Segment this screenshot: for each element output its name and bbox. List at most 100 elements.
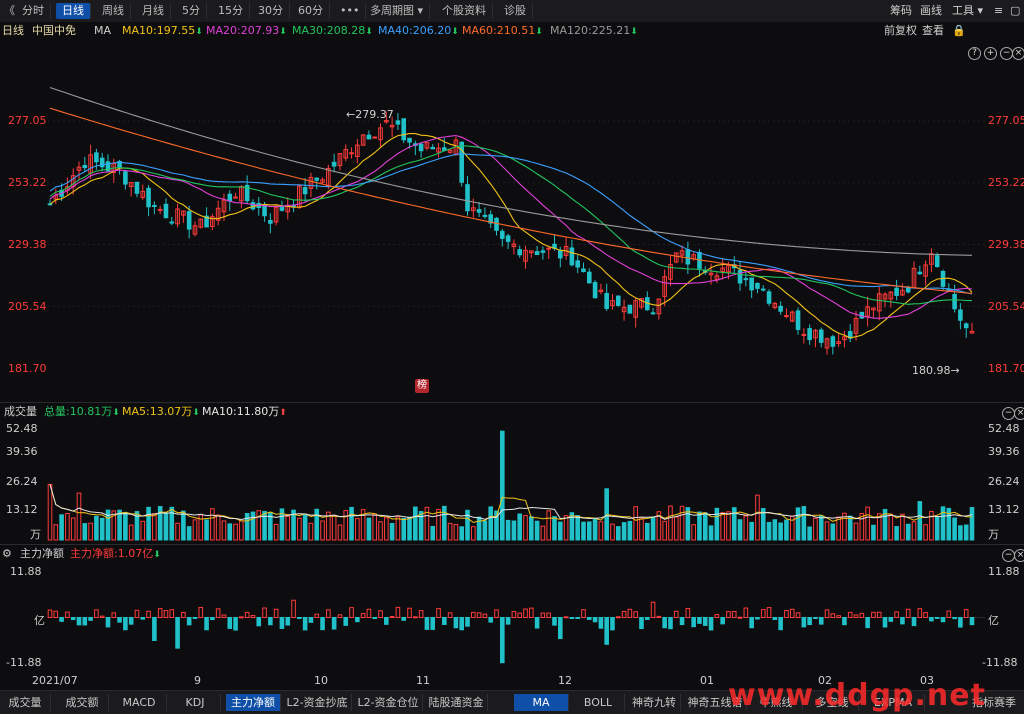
expand-icon[interactable]: ▢ xyxy=(1010,3,1020,19)
volume-bar xyxy=(546,510,551,541)
volume-bar xyxy=(824,521,830,541)
flow-bar xyxy=(140,617,146,620)
flow-bar xyxy=(795,612,801,618)
close-icon[interactable]: × xyxy=(1014,549,1024,562)
volume-bar xyxy=(215,514,221,541)
chips-button[interactable]: 筹码 xyxy=(890,3,912,19)
volume-bar xyxy=(830,523,836,541)
volume-unit: 万 xyxy=(30,528,41,541)
tab-magic-nine[interactable]: 神奇九转 xyxy=(628,694,681,711)
tab-monthly[interactable]: 月线 xyxy=(136,3,171,19)
tab-timeshare[interactable]: 分时 xyxy=(16,3,51,19)
diagnose-button[interactable]: 诊股 xyxy=(498,3,533,19)
flow-bar xyxy=(842,617,847,626)
volume-bar xyxy=(708,525,714,541)
tab-weekly[interactable]: 周线 xyxy=(96,3,131,19)
tab-30min[interactable]: 30分 xyxy=(252,3,290,19)
lock-icon[interactable]: 🔒 xyxy=(952,24,966,38)
tab-kdj[interactable]: KDJ xyxy=(170,694,221,711)
ma10-line xyxy=(49,133,973,339)
ma120-line xyxy=(49,86,973,256)
volume-bar xyxy=(302,514,308,541)
candle-body xyxy=(430,147,436,150)
candle-body xyxy=(766,291,772,304)
volume-bar xyxy=(181,510,186,541)
flow-bar xyxy=(755,617,760,620)
menu-icon[interactable]: ≡ xyxy=(994,3,1003,19)
flow-bar xyxy=(65,611,70,618)
volume-bar xyxy=(592,518,598,541)
draw-line-button[interactable]: 画线 xyxy=(920,3,942,19)
flow-bar xyxy=(592,617,598,623)
adjust-mode[interactable]: 前复权 xyxy=(884,24,917,38)
flow-bar xyxy=(320,617,325,631)
flow-bar xyxy=(697,617,702,624)
flow-bar xyxy=(639,617,644,630)
tab-60min[interactable]: 60分 xyxy=(292,3,330,19)
tab-l2-position[interactable]: L2-资金仓位 xyxy=(354,694,423,711)
flow-bar xyxy=(575,617,580,619)
volume-bar xyxy=(743,515,749,541)
volume-tick: 13.12 xyxy=(988,503,1020,516)
flow-bar xyxy=(395,606,401,619)
flow-bar xyxy=(482,613,488,619)
tools-dropdown[interactable]: 工具 ▾ xyxy=(952,3,983,19)
close-icon[interactable]: × xyxy=(1014,407,1024,420)
flow-bar xyxy=(244,611,250,618)
flow-bar xyxy=(731,611,737,619)
flow-bar xyxy=(198,606,204,618)
flow-bar xyxy=(349,607,354,618)
volume-bar xyxy=(714,507,720,541)
flow-bar xyxy=(384,617,389,625)
volume-bar xyxy=(923,524,928,541)
volume-bar xyxy=(442,505,447,541)
tab-macd[interactable]: MACD xyxy=(112,694,167,711)
candle-body xyxy=(534,251,540,256)
settings-icon[interactable]: ⚙ xyxy=(2,546,12,562)
volume-bar xyxy=(210,508,215,541)
more-periods-button[interactable]: ••• xyxy=(334,3,367,19)
flow-bar xyxy=(308,617,314,623)
candle-body xyxy=(268,220,273,224)
view-button[interactable]: 查看 xyxy=(922,24,944,38)
candle-body xyxy=(494,217,499,231)
ranking-badge[interactable]: 榜 xyxy=(415,379,429,393)
multi-period-dropdown[interactable]: 多周期图 ▾ xyxy=(364,3,431,19)
flow-bar xyxy=(552,617,557,626)
kline-chart[interactable] xyxy=(0,40,1024,690)
volume-bar xyxy=(227,523,233,541)
tab-15min[interactable]: 15分 xyxy=(212,3,250,19)
volume-bar xyxy=(853,522,859,541)
ma-indicator-label[interactable]: MA xyxy=(94,24,111,38)
volume-title: 成交量 xyxy=(4,405,37,418)
tab-l2-bottom[interactable]: L2-资金抄底 xyxy=(283,694,352,711)
volume-bar xyxy=(128,524,134,541)
volume-bar xyxy=(459,526,465,541)
candle-body xyxy=(500,230,505,239)
volume-bar xyxy=(250,511,256,541)
tab-turnover[interactable]: 成交额 xyxy=(56,694,109,711)
candle-body xyxy=(302,187,308,195)
tab-boll[interactable]: BOLL xyxy=(572,694,625,711)
tab-daily[interactable]: 日线 xyxy=(56,3,91,19)
tab-main-flow[interactable]: 主力净额 xyxy=(226,694,281,711)
tab-volume[interactable]: 成交量 xyxy=(0,694,51,711)
flow-bar xyxy=(720,617,725,625)
flow-bar xyxy=(685,608,691,619)
volume-bar xyxy=(697,511,702,541)
volume-bar xyxy=(795,507,801,541)
flow-bar xyxy=(331,617,337,630)
flow-bar xyxy=(679,617,685,626)
volume-bar xyxy=(958,525,963,541)
flow-bar xyxy=(778,617,783,631)
volume-bar xyxy=(297,517,302,541)
tab-ma[interactable]: MA xyxy=(514,694,569,711)
volume-bar xyxy=(233,523,238,541)
tab-5min[interactable]: 5分 xyxy=(176,3,207,19)
stock-profile-button[interactable]: 个股资料 xyxy=(436,3,493,19)
volume-bar xyxy=(372,513,378,541)
tab-northbound[interactable]: 陆股通资金 xyxy=(425,694,488,711)
candle-body xyxy=(685,249,691,265)
flow-bar xyxy=(859,612,865,619)
stock-name: 中国中免 xyxy=(32,24,76,37)
